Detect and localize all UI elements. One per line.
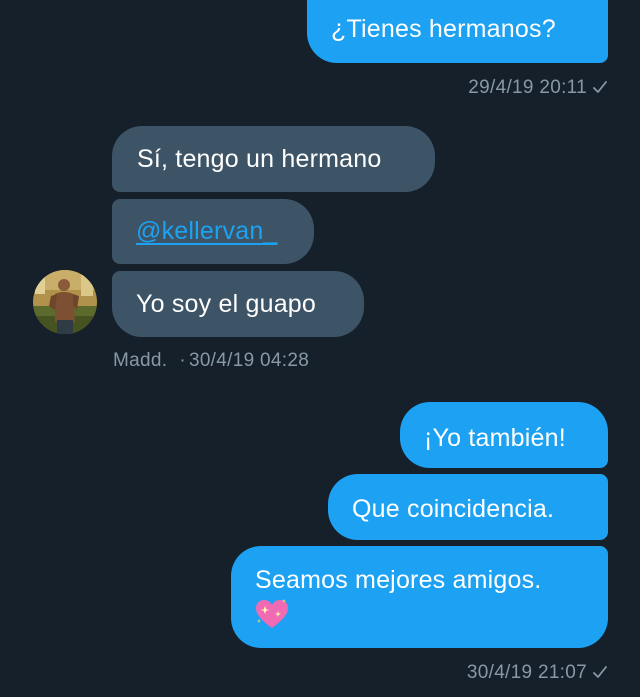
message-timestamp: 30/4/19 04:28	[188, 350, 310, 371]
message-bubble-outgoing[interactable]: Que coincidencia.	[328, 474, 608, 540]
sender-name[interactable]: Madd.	[113, 350, 167, 371]
sparkling-heart-icon	[256, 599, 288, 628]
avatar-image	[33, 270, 97, 334]
message-timestamp: 29/4/19 20:11	[468, 76, 607, 100]
message-sender-info: Madd. · 30/4/19 04:28	[113, 349, 309, 373]
message-text: ¡Yo también!	[424, 424, 566, 452]
message-bubble-outgoing[interactable]: Seamos mejores amigos.	[231, 546, 608, 648]
message-bubble-incoming[interactable]: @kellervan_	[112, 199, 314, 264]
message-text: Yo soy el guapo	[136, 290, 317, 318]
message-bubble-incoming[interactable]: Sí, tengo un hermano	[112, 126, 435, 192]
message-bubble-outgoing[interactable]: ¡Yo también!	[400, 402, 608, 468]
separator-dot: ·	[179, 350, 186, 371]
message-text: Que coincidencia.	[352, 495, 555, 523]
message-text: Seamos mejores amigos.	[255, 566, 542, 594]
message-timestamp: 30/4/19 21:07	[467, 661, 607, 685]
sent-check-icon	[593, 81, 607, 93]
message-bubble-incoming[interactable]: Yo soy el guapo	[112, 271, 364, 337]
message-text: Sí, tengo un hermano	[137, 145, 382, 173]
message-bubble-outgoing[interactable]: ¿Tienes hermanos?	[307, 0, 608, 63]
avatar[interactable]	[33, 270, 97, 334]
sent-check-icon	[593, 666, 607, 678]
message-text: ¿Tienes hermanos?	[331, 15, 556, 43]
user-mention-link[interactable]: @kellervan_	[136, 217, 278, 245]
